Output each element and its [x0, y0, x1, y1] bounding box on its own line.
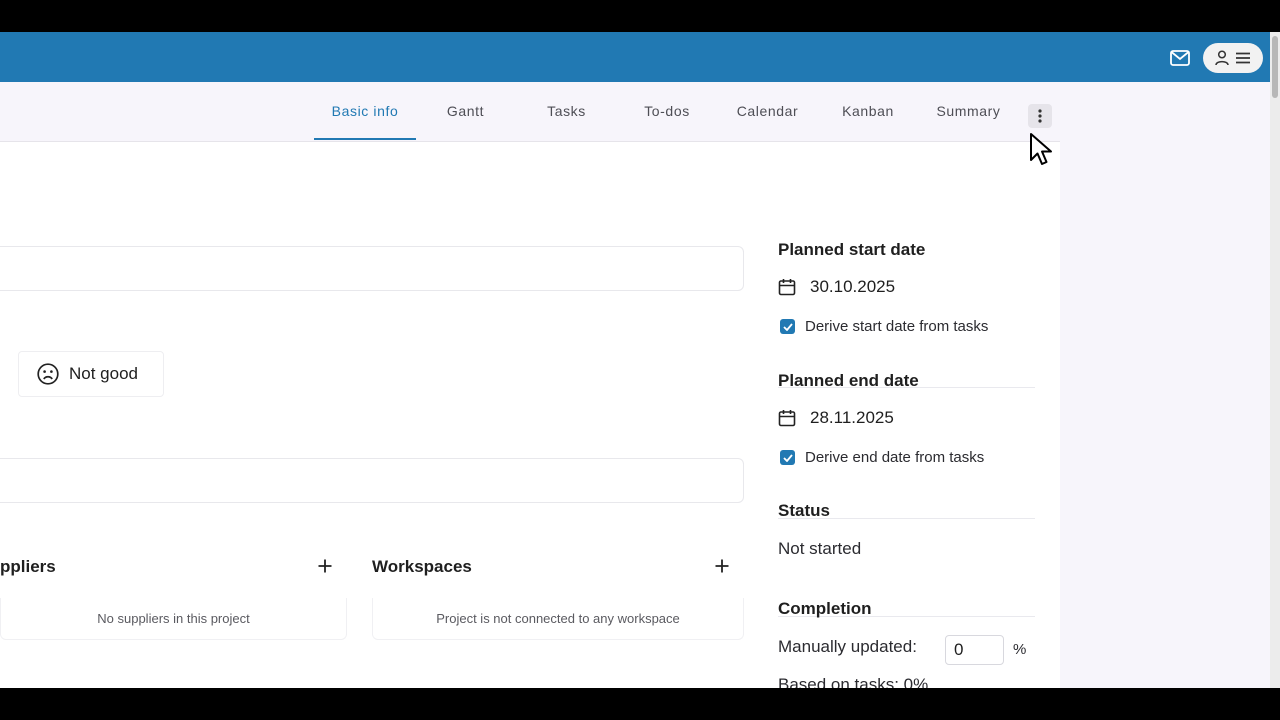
add-workspace-button[interactable] [712, 556, 732, 576]
end-date-picker[interactable]: 28.11.2025 [778, 408, 894, 428]
checkbox-checked[interactable] [780, 450, 795, 465]
derive-end-checkbox[interactable]: Derive end date from tasks [780, 449, 984, 466]
window-scrollbar[interactable] [1270, 32, 1280, 688]
checkmark-icon [782, 453, 793, 462]
derive-end-label: Derive end date from tasks [805, 449, 985, 466]
checkmark-icon [782, 322, 793, 331]
text-field-1[interactable] [0, 246, 744, 291]
planned-end-label: Planned end date [778, 371, 919, 390]
more-vertical-icon [1038, 109, 1042, 123]
completion-label: Completion [778, 599, 872, 618]
mail-icon [1170, 50, 1190, 66]
more-options-button[interactable] [1028, 104, 1052, 128]
main-content: Not good ppliers No suppliers in this pr… [0, 142, 1060, 688]
user-menu-button[interactable] [1203, 43, 1263, 73]
right-margin [1060, 82, 1270, 688]
tab-summary[interactable]: Summary [926, 82, 1011, 140]
calendar-icon [778, 410, 796, 427]
app-window: Basic info Gantt Tasks To-dos Calendar K… [0, 32, 1280, 688]
start-date-value: 30.10.2025 [810, 277, 896, 296]
mood-label: Not good [69, 364, 138, 383]
top-bar [0, 32, 1270, 82]
status-value: Not started [778, 539, 862, 558]
derive-start-checkbox[interactable]: Derive start date from tasks [780, 318, 988, 335]
hamburger-menu-icon [1236, 52, 1250, 64]
derive-start-label: Derive start date from tasks [805, 318, 989, 335]
planned-start-label: Planned start date [778, 240, 926, 259]
tab-calendar[interactable]: Calendar [728, 82, 807, 140]
workspaces-empty-state: Project is not connected to any workspac… [372, 598, 744, 640]
status-label: Status [778, 501, 830, 520]
percent-sign: % [1013, 641, 1027, 658]
mail-button[interactable] [1166, 44, 1194, 72]
mood-selector[interactable]: Not good [18, 351, 164, 397]
based-on-tasks-text: Based on tasks: 0% [778, 675, 929, 688]
end-date-value: 28.11.2025 [810, 408, 894, 427]
text-field-2[interactable] [0, 458, 744, 503]
add-supplier-button[interactable] [315, 556, 335, 576]
tab-bar: Basic info Gantt Tasks To-dos Calendar K… [0, 82, 1060, 142]
tab-kanban[interactable]: Kanban [830, 82, 906, 140]
manually-updated-label: Manually updated: [778, 637, 917, 656]
tab-gantt[interactable]: Gantt [427, 82, 504, 140]
completion-percent-input[interactable] [945, 635, 1004, 665]
plus-icon [318, 559, 332, 573]
suppliers-empty-state: No suppliers in this project [0, 598, 347, 640]
tab-to-dos[interactable]: To-dos [628, 82, 706, 140]
plus-icon [715, 559, 729, 573]
tab-basic-info[interactable]: Basic info [314, 82, 416, 140]
workspaces-title: Workspaces [372, 557, 472, 576]
sad-face-icon [37, 363, 59, 385]
scrollbar-thumb[interactable] [1272, 36, 1278, 98]
tab-tasks[interactable]: Tasks [528, 82, 605, 140]
calendar-icon [778, 279, 796, 296]
user-icon [1215, 50, 1229, 66]
start-date-picker[interactable]: 30.10.2025 [778, 277, 895, 297]
suppliers-title: ppliers [0, 557, 56, 576]
checkbox-checked[interactable] [780, 319, 795, 334]
